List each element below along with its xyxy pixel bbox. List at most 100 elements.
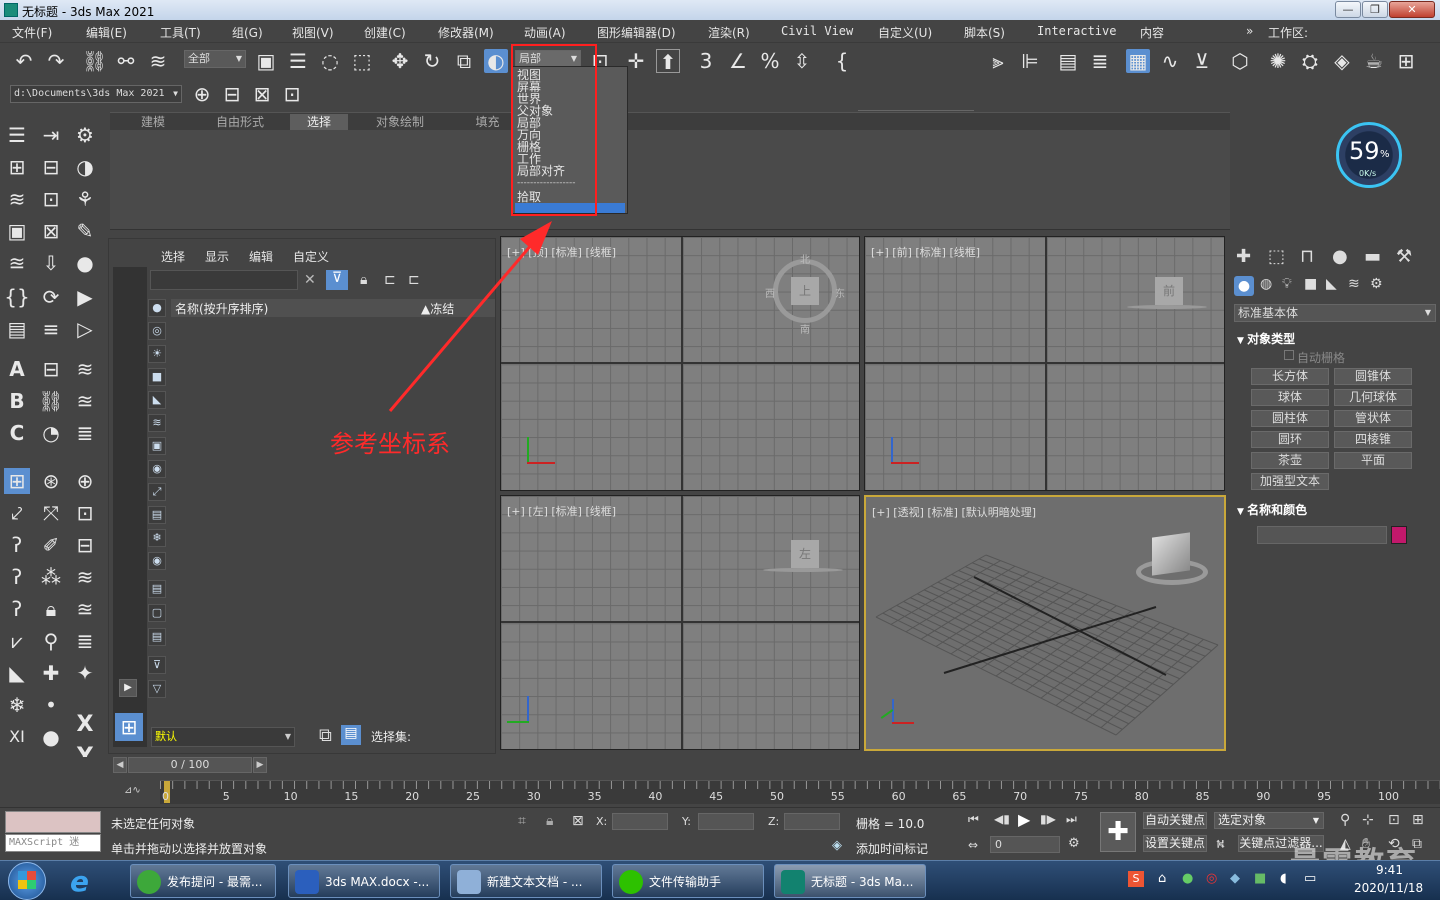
box-button[interactable]: 长方体	[1251, 368, 1329, 385]
menu-file[interactable]: 文件(F)	[12, 24, 52, 41]
align-icon[interactable]: ⊫	[1018, 49, 1042, 73]
named-selection-icon[interactable]: {	[830, 49, 854, 73]
filter-icon[interactable]: ⊽	[326, 270, 348, 290]
hook2-icon[interactable]: ʔ	[4, 564, 30, 590]
track-bar-icon[interactable]: ⊿∿	[124, 785, 141, 796]
clear-icon[interactable]: ✕	[304, 272, 316, 288]
task-word[interactable]: 3ds MAX.docx -...	[288, 864, 440, 898]
layers-icon[interactable]: ≊	[4, 250, 30, 276]
auto-key-button[interactable]: 自动关键点	[1143, 812, 1207, 829]
add-time-tag[interactable]: 添加时间标记	[856, 840, 928, 857]
window-crossing-icon[interactable]: ⬚	[350, 49, 374, 73]
ie-icon[interactable]: e	[70, 865, 89, 898]
menu-animation[interactable]: 动画(A)	[524, 24, 566, 41]
spinner-snap-icon[interactable]: ⇳	[790, 49, 814, 73]
text-plus-button[interactable]: 加强型文本	[1251, 473, 1329, 490]
tab-selection[interactable]: 选择	[290, 114, 348, 131]
search-input[interactable]	[150, 270, 298, 290]
menu-modifiers[interactable]: 修改器(M)	[438, 24, 494, 41]
stack-icon[interactable]: ≋	[4, 186, 30, 212]
plus-icon[interactable]: ✚	[38, 660, 64, 686]
snowflake-icon[interactable]: ❄	[4, 692, 30, 718]
geosphere-button[interactable]: 几何球体	[1334, 389, 1412, 406]
task-3dsmax[interactable]: 无标题 - 3ds Ma...	[774, 864, 926, 898]
viewcube[interactable]: 前	[1155, 277, 1183, 305]
chain-icon[interactable]: ⛓	[38, 388, 64, 414]
paint-select-icon[interactable]: ◣	[4, 660, 30, 686]
geometry-icon[interactable]: ●	[1234, 276, 1254, 296]
link-icon[interactable]: ⇥	[38, 122, 64, 148]
filter-containers-icon[interactable]: ▤	[148, 506, 166, 524]
project-recent-icon[interactable]: ⊠	[250, 82, 274, 106]
tab-modeling[interactable]: 建模	[118, 114, 188, 131]
goto-start-icon[interactable]: ⏮	[968, 812, 979, 827]
paint-icon[interactable]: ✐	[38, 532, 64, 558]
viewcube[interactable]: 左	[791, 540, 819, 568]
tree-icon[interactable]: ⚘	[72, 186, 98, 212]
menu-view[interactable]: 视图(V)	[292, 24, 334, 41]
absolute-mode-icon[interactable]: ⊠	[572, 813, 584, 829]
utilities-tab-icon[interactable]: ⚒	[1396, 246, 1412, 267]
shapes-icon[interactable]: ◍	[1260, 276, 1272, 292]
brush-icon[interactable]: ✎	[72, 218, 98, 244]
layers5-icon[interactable]: ≋	[72, 564, 98, 590]
y-coordinate-input[interactable]	[698, 813, 754, 830]
select-set-icon[interactable]: ▤	[341, 725, 361, 745]
spacewarps-icon[interactable]: ≋	[1348, 276, 1360, 292]
goto-end-icon[interactable]: ⏭	[1066, 812, 1077, 827]
z-coordinate-input[interactable]	[784, 813, 840, 830]
modify-tab-icon[interactable]: ⬚	[1268, 246, 1285, 267]
schematic-view-icon[interactable]: ⬡	[1228, 49, 1252, 73]
tab-object-paint[interactable]: 对象绘制	[360, 114, 440, 131]
filter-none-icon[interactable]: ▢	[148, 604, 166, 622]
rotate-icon[interactable]: ↻	[420, 49, 444, 73]
play-icon[interactable]: ▷	[72, 316, 98, 342]
menu-create[interactable]: 创建(C)	[364, 24, 406, 41]
curve-editor-icon[interactable]: ∿	[1158, 49, 1182, 73]
selection-filter-dropdown[interactable]: 全部 ▼	[184, 50, 246, 68]
filter-hidden-icon[interactable]: ◉	[148, 552, 166, 570]
rollout-object-type[interactable]: ▼ 对象类型	[1237, 330, 1430, 348]
viewport-label[interactable]: [+] [前] [标准] [线框]	[871, 244, 980, 260]
tube-button[interactable]: 管状体	[1334, 410, 1412, 427]
viewport-label[interactable]: [+] [左] [标准] [线框]	[507, 503, 616, 519]
zoom-icon[interactable]: ⚲	[1340, 812, 1350, 828]
layer-dropdown[interactable]: 默认 ▼	[151, 727, 295, 747]
axis-x-icon[interactable]: X	[72, 712, 98, 738]
tray-wechat-icon[interactable]: ●	[1182, 871, 1193, 886]
tray-network-icon[interactable]: ⌂	[1158, 871, 1166, 886]
lock-selection-icon[interactable]: 🔒︎	[546, 813, 553, 829]
layers6-icon[interactable]: ≊	[72, 596, 98, 622]
task-feedback[interactable]: 发布提问 - 最需...	[130, 864, 276, 898]
sphere-icon[interactable]: ●	[72, 250, 98, 276]
wrench-icon[interactable]: ⚲	[38, 628, 64, 654]
time-tag-icon[interactable]: ◈	[832, 838, 842, 853]
tab-select[interactable]: 选择	[161, 248, 185, 265]
hook3-icon[interactable]: ʔ	[4, 596, 30, 622]
dot-icon[interactable]: •	[38, 692, 64, 718]
angle-snap-icon[interactable]: ∠	[726, 49, 750, 73]
select-object-icon[interactable]: ▣	[254, 49, 278, 73]
menu-graph-editors[interactable]: 图形编辑器(D)	[597, 24, 676, 41]
viewport-front[interactable]: [+] [前] [标准] [线框] 前	[864, 236, 1225, 491]
autogrid-checkbox[interactable]	[1284, 350, 1294, 360]
expand-icon[interactable]: ▶	[119, 679, 137, 697]
box-select-icon[interactable]: ▣	[4, 218, 30, 244]
tray-weibo-icon[interactable]: ◎	[1206, 871, 1217, 886]
filter-geometry-icon[interactable]: ●	[148, 299, 166, 317]
funnel-icon[interactable]: ⊽	[148, 656, 166, 674]
gear-icon[interactable]: ⚙	[72, 122, 98, 148]
video-icon[interactable]: ▶	[72, 284, 98, 310]
viewcube-ring[interactable]	[1127, 305, 1207, 309]
list-icon[interactable]: ≡	[38, 316, 64, 342]
rollout-name-color[interactable]: ▼ 名称和颜色	[1237, 501, 1430, 519]
layers2-icon[interactable]: ≋	[72, 356, 98, 382]
tab-display[interactable]: 显示	[205, 248, 229, 265]
category-dropdown[interactable]: 标准基本体 ▼	[1234, 304, 1436, 322]
link-icon[interactable]: ⛓	[82, 49, 107, 73]
frame-spinner[interactable]: 0	[990, 836, 1060, 853]
layers-icon[interactable]: ⧉	[319, 725, 332, 746]
key-mode-icon[interactable]: ⇔	[968, 838, 978, 852]
render-icon[interactable]: ☕	[1362, 49, 1386, 73]
create-tab-icon[interactable]: ✚	[1236, 246, 1251, 267]
